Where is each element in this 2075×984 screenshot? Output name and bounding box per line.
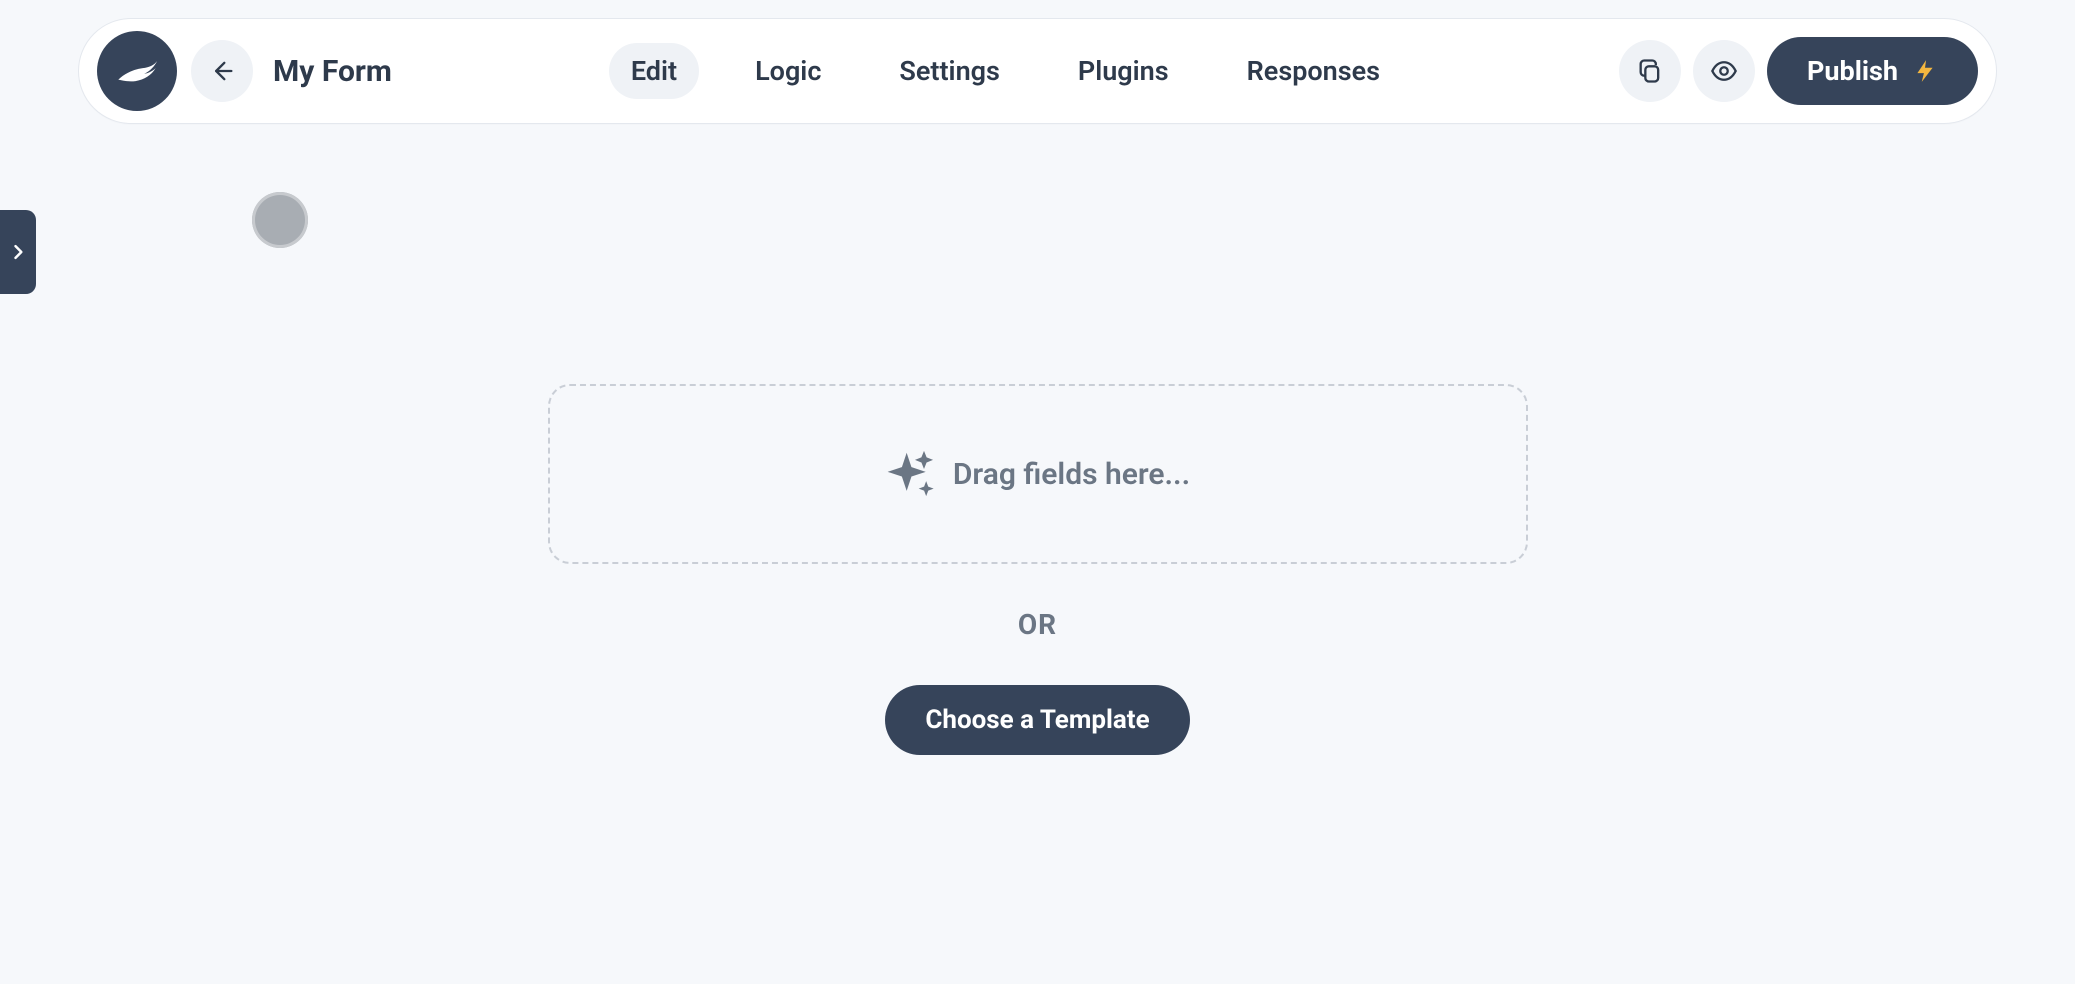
publish-button[interactable]: Publish [1767, 37, 1978, 105]
tab-settings[interactable]: Settings [877, 43, 1022, 99]
back-button[interactable] [191, 40, 253, 102]
copy-button[interactable] [1619, 40, 1681, 102]
preview-button[interactable] [1693, 40, 1755, 102]
form-title[interactable]: My Form [273, 54, 392, 89]
app-logo[interactable] [97, 31, 177, 111]
field-dropzone[interactable]: Drag fields here... [548, 384, 1528, 564]
form-canvas: Drag fields here... OR Choose a Template [548, 384, 1528, 755]
tab-edit[interactable]: Edit [609, 43, 699, 99]
lightning-icon [1912, 58, 1938, 84]
tab-plugins[interactable]: Plugins [1056, 43, 1191, 99]
eagle-icon [114, 48, 160, 94]
header-actions: Publish [1619, 37, 1978, 105]
or-separator: OR [1018, 608, 1057, 641]
eye-icon [1710, 57, 1738, 85]
expand-sidebar-button[interactable] [0, 210, 36, 294]
canvas-handle[interactable] [252, 192, 308, 248]
arrow-left-icon [208, 57, 236, 85]
chevron-right-icon [8, 242, 28, 262]
dropzone-text: Drag fields here... [953, 457, 1190, 492]
top-bar: My Form Edit Logic Settings Plugins Resp… [78, 18, 1997, 124]
sparkle-icon [885, 448, 937, 500]
choose-template-button[interactable]: Choose a Template [885, 685, 1189, 755]
tab-responses[interactable]: Responses [1225, 43, 1402, 99]
copy-icon [1636, 57, 1664, 85]
tab-logic[interactable]: Logic [733, 43, 843, 99]
publish-label: Publish [1807, 55, 1898, 87]
main-tabs: Edit Logic Settings Plugins Responses [406, 43, 1605, 99]
